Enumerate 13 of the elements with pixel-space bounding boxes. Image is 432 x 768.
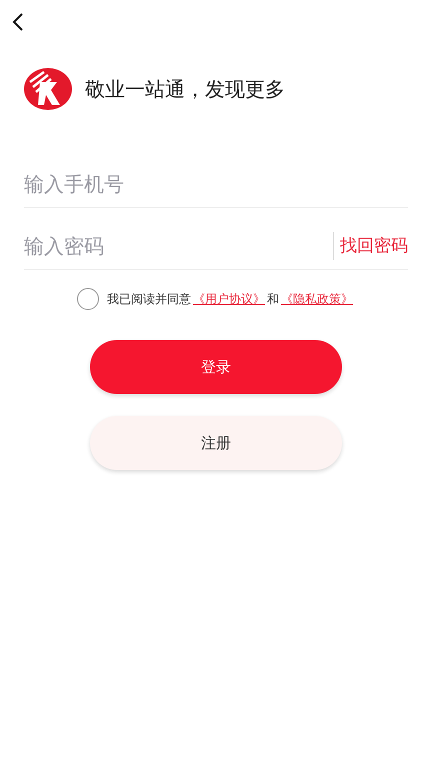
user-agreement-link[interactable]: 《用户协议》 <box>193 290 265 308</box>
login-button[interactable]: 登录 <box>90 340 342 394</box>
agreement-text: 我已阅读并同意 <box>107 290 191 308</box>
register-button[interactable]: 注册 <box>90 416 342 470</box>
app-slogan: 敬业一站通，发现更多 <box>85 76 285 102</box>
forgot-password-link[interactable]: 找回密码 <box>340 234 408 257</box>
password-field[interactable]: 输入密码 <box>24 234 333 258</box>
agree-checkbox[interactable] <box>77 288 99 310</box>
joiner-text: 和 <box>267 290 279 308</box>
logo-icon <box>24 68 72 110</box>
phone-field[interactable]: 输入手机号 <box>24 172 408 196</box>
privacy-policy-link[interactable]: 《隐私政策》 <box>281 290 353 308</box>
back-icon <box>12 13 24 31</box>
